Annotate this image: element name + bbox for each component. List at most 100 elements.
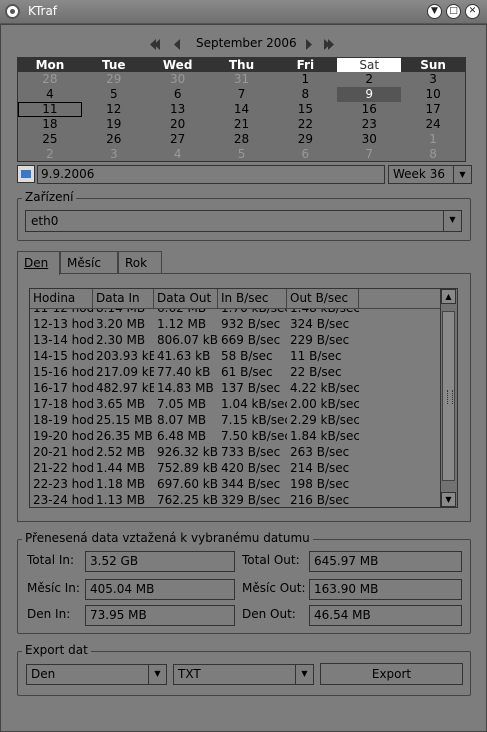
table-cell: 2.00 kB/sec — [290, 397, 359, 411]
table-row[interactable]: 16-17 hod. 482.97 kB 14.83 MB 137 B/sec 4.22… — [30, 380, 442, 396]
calendar-day[interactable]: 20 — [146, 117, 210, 132]
export-period-select[interactable]: Den ▼ — [26, 664, 167, 685]
calendar-day[interactable]: 24 — [401, 117, 465, 132]
calendar-day[interactable]: 31 — [210, 72, 274, 87]
table-cell: 26.35 MB — [96, 429, 153, 443]
calendar-day[interactable]: 5 — [210, 147, 274, 162]
calendar-day[interactable]: 12 — [82, 102, 146, 117]
calendar-week-row: 28 29 30 31 1 2 3 — [18, 72, 465, 87]
month-in-field[interactable]: 405.04 MB — [85, 579, 235, 600]
calendar-day[interactable]: 27 — [146, 132, 210, 147]
column-in-bsec[interactable]: In B/sec — [218, 289, 287, 309]
prev-year-icon[interactable] — [150, 39, 160, 50]
vertical-scrollbar[interactable]: ▲ ▼ — [440, 289, 457, 507]
table-row[interactable]: 22-23 hod. 1.18 MB 697.60 kB 344 B/sec 198 B… — [30, 476, 442, 492]
calendar-day[interactable]: 6 — [146, 87, 210, 102]
calendar-day[interactable]: 2 — [337, 72, 401, 87]
calendar-day[interactable]: 3 — [401, 72, 465, 87]
calendar-day[interactable]: 9 — [337, 87, 402, 102]
calendar-day[interactable]: 22 — [273, 117, 337, 132]
tab-mesic[interactable]: Měsíc — [60, 251, 118, 274]
month-name[interactable]: September — [196, 36, 262, 50]
chevron-down-icon[interactable]: ▼ — [443, 211, 461, 231]
date-input[interactable]: 9.9.2006 — [37, 165, 385, 184]
calendar-day[interactable]: 28 — [18, 72, 82, 87]
next-month-icon[interactable] — [304, 39, 314, 50]
calendar-day[interactable]: 18 — [18, 117, 82, 132]
calendar-day[interactable]: 5 — [82, 87, 146, 102]
calendar-day[interactable]: 7 — [210, 87, 274, 102]
device-select[interactable]: eth0 ▼ — [25, 210, 462, 232]
scroll-down-icon[interactable]: ▼ — [441, 492, 456, 507]
week-select[interactable]: Week 36 ▼ — [388, 165, 472, 184]
chevron-down-icon[interactable]: ▼ — [453, 166, 471, 183]
total-in-field[interactable]: 3.52 GB — [85, 551, 235, 572]
column-data-out[interactable]: Data Out — [154, 289, 218, 309]
table-row[interactable]: 19-20 hod. 26.35 MB 6.48 MB 7.50 kB/sec 1.84… — [30, 428, 442, 444]
calendar-day[interactable]: 28 — [210, 132, 274, 147]
calendar-day[interactable]: 29 — [82, 72, 146, 87]
calendar-day[interactable]: 11 — [18, 102, 82, 117]
calendar-day[interactable]: 21 — [210, 117, 274, 132]
table-row[interactable]: 14-15 hod. 203.93 kB 41.63 kB 58 B/sec 11 B/… — [30, 348, 442, 364]
calendar-day[interactable]: 25 — [18, 132, 82, 147]
year-value[interactable]: 2006 — [266, 36, 297, 50]
minimize-icon[interactable]: ▼ — [427, 4, 442, 19]
calendar-day[interactable]: 3 — [82, 147, 146, 162]
table-row[interactable]: 18-19 hod. 25.15 MB 8.07 MB 7.15 kB/sec 2.29… — [30, 412, 442, 428]
day-in-field[interactable]: 73.95 MB — [85, 605, 235, 626]
prev-month-icon[interactable] — [172, 39, 182, 50]
calendar-day[interactable]: 6 — [273, 147, 337, 162]
table-cell: 22-23 hod. — [33, 477, 93, 491]
calendar-day[interactable]: 1 — [401, 132, 465, 147]
calendar-day[interactable]: 16 — [337, 102, 401, 117]
calendar-day[interactable]: 30 — [146, 72, 210, 87]
maximize-icon[interactable]: □ — [446, 4, 461, 19]
total-out-field[interactable]: 645.97 MB — [309, 551, 462, 572]
calendar-day[interactable]: 15 — [273, 102, 337, 117]
calendar-day[interactable]: 19 — [82, 117, 146, 132]
table-row[interactable]: 20-21 hod. 2.52 MB 926.32 kB 733 B/sec 263 B… — [30, 444, 442, 460]
grip-icon — [447, 390, 453, 404]
table-row[interactable]: 15-16 hod. 217.09 kB 77.40 kB 61 B/sec 22 B/… — [30, 364, 442, 380]
calendar-day[interactable]: 4 — [18, 87, 82, 102]
scrollbar-thumb[interactable] — [442, 311, 455, 481]
calendar-day[interactable]: 8 — [273, 87, 337, 102]
calendar-day[interactable]: 23 — [337, 117, 401, 132]
calendar-day[interactable]: 17 — [401, 102, 465, 117]
next-year-icon[interactable] — [324, 39, 334, 50]
calendar-day[interactable]: 26 — [82, 132, 146, 147]
table-row[interactable]: 13-14 hod. 2.30 MB 806.07 kB 669 B/sec 229 B… — [30, 332, 442, 348]
table-row[interactable]: 17-18 hod. 3.65 MB 7.05 MB 1.04 kB/sec 2.00 … — [30, 396, 442, 412]
table-row[interactable]: 23-24 hod. 1.13 MB 762.25 kB 329 B/sec 216 B… — [30, 492, 442, 507]
calendar-day[interactable]: 10 — [401, 87, 465, 102]
calendar-day[interactable]: 1 — [273, 72, 337, 87]
scroll-up-icon[interactable]: ▲ — [441, 289, 456, 304]
month-out-field[interactable]: 163.90 MB — [309, 579, 462, 600]
export-button[interactable]: Export — [320, 663, 463, 685]
calendar-day[interactable]: 14 — [210, 102, 274, 117]
tab-den[interactable]: Den — [17, 251, 60, 275]
calendar-day[interactable]: 29 — [273, 132, 337, 147]
chevron-down-icon[interactable]: ▼ — [148, 665, 166, 684]
calendar-day[interactable]: 30 — [337, 132, 401, 147]
calendar-day[interactable]: 8 — [401, 147, 465, 162]
column-hodina[interactable]: Hodina — [30, 289, 93, 309]
table-row[interactable]: 21-22 hod. 1.44 MB 752.89 kB 420 B/sec 214 B… — [30, 460, 442, 476]
calendar-day[interactable]: 2 — [18, 147, 82, 162]
table-row[interactable]: 12-13 hod. 3.20 MB 1.12 MB 932 B/sec 324 B/s… — [30, 316, 442, 332]
export-format-select[interactable]: TXT ▼ — [173, 664, 314, 685]
calendar-day[interactable]: 13 — [146, 102, 210, 117]
column-data-in[interactable]: Data In — [93, 289, 154, 309]
table-row[interactable]: 11-12 hod.8.14 MB6.62 MB1.70 kB/sec1.48 … — [30, 309, 442, 316]
calendar-toggle-button[interactable] — [17, 165, 35, 183]
column-out-bsec[interactable]: Out B/sec — [287, 289, 359, 309]
calendar-day[interactable]: 4 — [146, 147, 210, 162]
day-out-field[interactable]: 46.54 MB — [309, 605, 462, 626]
close-icon[interactable]: ✕ — [465, 4, 480, 19]
calendar-day[interactable]: 7 — [337, 147, 401, 162]
tab-rok[interactable]: Rok — [118, 251, 162, 274]
title-bar[interactable]: KTraf ▼ □ ✕ — [0, 0, 487, 24]
chevron-down-icon[interactable]: ▼ — [295, 665, 313, 684]
app-icon[interactable] — [5, 4, 20, 19]
